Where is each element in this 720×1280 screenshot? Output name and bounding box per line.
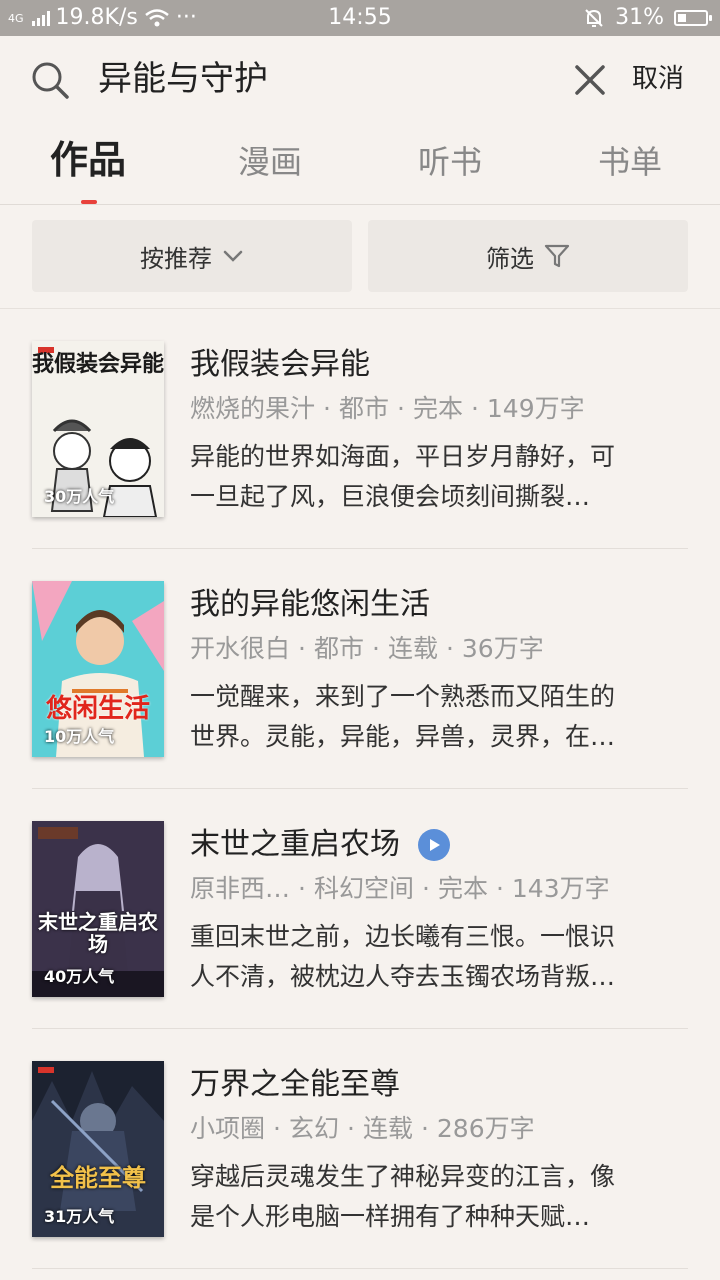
search-icon[interactable] (30, 60, 70, 100)
book-description: 穿越后灵魂发生了神秘异变的江言，像 是个人形电脑一样拥有了种种天赋… (190, 1157, 668, 1237)
popularity-badge: 31万人气 (44, 1207, 115, 1226)
book-status: 完本 (412, 394, 463, 423)
list-item[interactable]: 我假装会异能 30万人气 我假装会异能 燃烧的果汁 · 都市 · 完本 · 149万字 异能… (0, 309, 720, 549)
book-title-text: 我假装会异能 (190, 347, 370, 382)
book-status: 完本 (437, 874, 488, 903)
book-status: 连载 (362, 1114, 413, 1143)
book-cover[interactable]: 末世之重启农场 40万人气 (32, 821, 164, 997)
book-meta: 小项圈 · 玄幻 · 连载 · 286万字 (190, 1114, 535, 1143)
book-title[interactable]: 我的异能悠闲生活 (190, 583, 430, 627)
book-cover[interactable]: 我假装会异能 30万人气 (32, 341, 164, 517)
book-title-text: 我的异能悠闲生活 (190, 587, 430, 622)
book-meta: 燃烧的果汁 · 都市 · 完本 · 149万字 (190, 394, 585, 423)
book-meta: 原非西… · 科幻空间 · 完本 · 143万字 (190, 874, 610, 903)
book-category: 玄幻 (288, 1114, 339, 1143)
tab-audiobooks[interactable]: 听书 (418, 138, 482, 186)
audio-play-icon[interactable] (418, 829, 450, 861)
book-status: 连载 (387, 634, 438, 663)
battery-icon (674, 10, 712, 26)
battery-fill (678, 14, 686, 22)
search-input[interactable]: 异能与守护 (98, 54, 268, 104)
chevron-down-icon (223, 250, 243, 262)
filter-row: 按推荐 筛选 (0, 204, 720, 309)
book-title[interactable]: 我假装会异能 (190, 343, 370, 387)
tab-booklists[interactable]: 书单 (598, 138, 662, 186)
popularity-badge: 30万人气 (44, 487, 115, 506)
desc-line: 重回末世之前，边长曦有三恨。一恨识 (190, 922, 616, 951)
desc-line: 世界。灵能，异能，异兽，灵界，在… (190, 722, 616, 751)
book-words: 143万字 (511, 874, 610, 903)
book-title[interactable]: 万界之全能至尊 (190, 1063, 400, 1107)
funnel-icon (544, 244, 570, 268)
book-cover[interactable]: 全能至尊 31万人气 (32, 1061, 164, 1237)
status-right: 31% (583, 0, 712, 36)
list-item[interactable]: 末世之重启农场 40万人气 末世之重启农场 原非西… · 科幻空间 · 完本 · 143万字… (0, 789, 720, 1029)
book-title-text: 末世之重启农场 (190, 827, 400, 862)
desc-line: 异能的世界如海面，平日岁月静好，可 (190, 442, 616, 471)
book-category: 都市 (338, 394, 389, 423)
book-title-text: 万界之全能至尊 (190, 1067, 400, 1102)
tab-comics[interactable]: 漫画 (238, 138, 302, 186)
book-meta: 开水很白 · 都市 · 连载 · 36万字 (190, 634, 544, 663)
book-words: 36万字 (461, 634, 544, 663)
desc-line: 是个人形电脑一样拥有了种种天赋… (190, 1202, 591, 1231)
book-author: 小项圈 (190, 1114, 266, 1143)
cover-title: 悠闲生活 (45, 694, 150, 724)
book-author: 开水很白 (190, 634, 291, 663)
book-cover[interactable]: 悠闲生活 10万人气 (32, 581, 164, 757)
sort-button[interactable]: 按推荐 (32, 220, 352, 292)
book-category: 都市 (313, 634, 364, 663)
book-description: 重回末世之前，边长曦有三恨。一恨识 人不清，被枕边人夺去玉镯农场背叛… (190, 917, 668, 997)
popularity-badge: 40万人气 (44, 967, 115, 986)
book-description: 一觉醒来，来到了一个熟悉而又陌生的 世界。灵能，异能，异兽，灵界，在… (190, 677, 668, 757)
book-category: 科幻空间 (313, 874, 414, 903)
sort-label: 按推荐 (140, 244, 212, 273)
popularity-badge: 10万人气 (44, 727, 115, 746)
book-author: 燃烧的果汁 (190, 394, 316, 423)
list-item[interactable]: 全能至尊 31万人气 万界之全能至尊 小项圈 · 玄幻 · 连载 · 286万字 穿越后灵魂… (0, 1029, 720, 1269)
desc-line: 一觉醒来，来到了一个熟悉而又陌生的 (190, 682, 616, 711)
filter-button[interactable]: 筛选 (368, 220, 688, 292)
book-words: 149万字 (486, 394, 585, 423)
mute-bell-icon (585, 9, 603, 27)
battery-percent: 31% (615, 5, 664, 30)
list-item[interactable]: 悠闲生活 10万人气 我的异能悠闲生活 开水很白 · 都市 · 连载 · 36万字 一觉醒来… (0, 549, 720, 789)
desc-line: 穿越后灵魂发生了神秘异变的江言，像 (190, 1162, 616, 1191)
divider (32, 1268, 688, 1269)
book-description: 异能的世界如海面，平日岁月静好，可 一旦起了风，巨浪便会顷刻间撕裂… (190, 437, 668, 517)
status-bar: 4G 19.8K/s ··· 14:55 31% (0, 0, 720, 36)
tab-bar: 作品 漫画 听书 书单 (0, 124, 720, 205)
book-words: 286万字 (436, 1114, 535, 1143)
filter-label: 筛选 (486, 244, 534, 273)
book-title[interactable]: 末世之重启农场 (190, 823, 450, 867)
search-bar: 异能与守护 取消 (0, 36, 720, 124)
clear-icon[interactable] (572, 62, 608, 98)
cancel-button[interactable]: 取消 (632, 58, 684, 100)
cover-title: 末世之重启农场 (38, 910, 158, 956)
desc-line: 人不清，被枕边人夺去玉镯农场背叛… (190, 962, 616, 991)
cover-title: 全能至尊 (50, 1164, 146, 1192)
book-author: 原非西… (190, 874, 291, 903)
cover-title: 我假装会异能 (32, 352, 164, 377)
tab-works[interactable]: 作品 (50, 136, 126, 184)
desc-line: 一旦起了风，巨浪便会顷刻间撕裂… (190, 482, 591, 511)
